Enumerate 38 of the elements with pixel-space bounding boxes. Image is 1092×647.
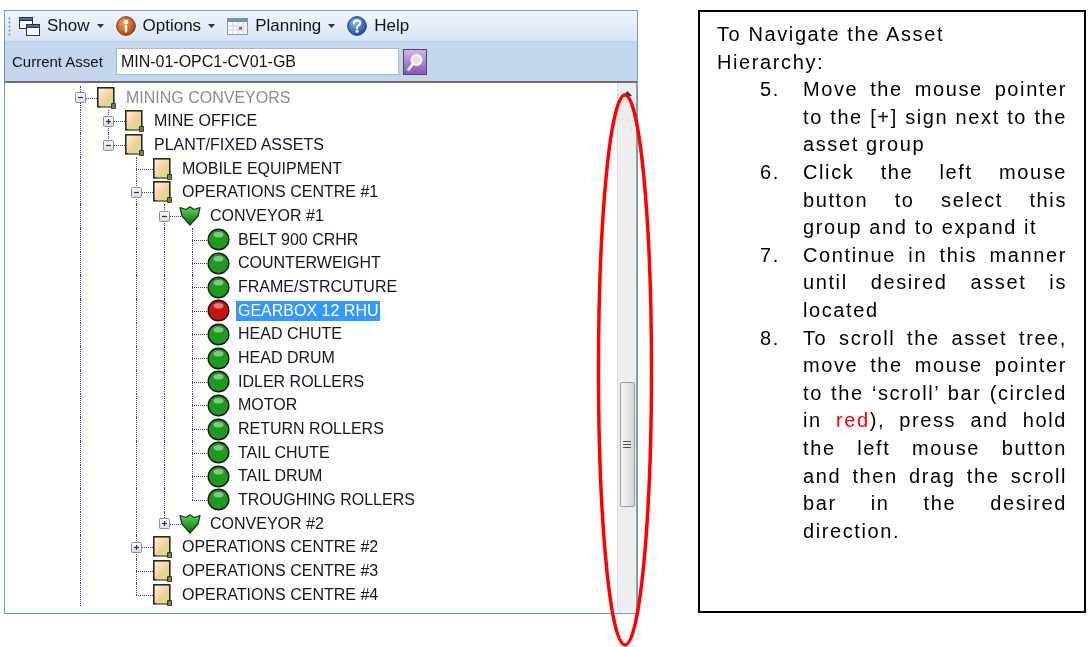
search-button[interactable]: [402, 48, 427, 75]
step-text: Move the mouse pointer to the [+] sign next to the asset group: [803, 77, 1067, 158]
toolbar-button[interactable]: Show: [15, 13, 108, 39]
grip-icon: [623, 441, 631, 448]
search-icon: [406, 52, 423, 71]
help-icon: [347, 16, 368, 36]
step-text: Continue in this manner until desired asset is located: [803, 242, 1067, 323]
folder-icon: [124, 134, 144, 157]
folder-icon: [152, 181, 172, 204]
asset-input[interactable]: MIN-01-OPC1-CV01-GB: [115, 48, 399, 75]
calendar-icon: [227, 17, 249, 35]
shield-icon: [179, 513, 201, 534]
field-label: Current Asset: [12, 53, 103, 70]
folder-icon: [152, 559, 172, 582]
shield-icon: [179, 206, 201, 227]
scrollbar[interactable]: [617, 83, 637, 613]
toolbar-button[interactable]: Planning: [223, 13, 340, 39]
folder-icon: [152, 583, 172, 606]
step-number: 8.: [760, 325, 781, 351]
toolbar-button[interactable]: Options: [111, 13, 220, 39]
step-text: To scroll the asset tree, move the mouse pointer to the ‘scroll’ bar (circled in red), press and hold the left mouse button and then drag the scroll bar in the desired direction.: [803, 325, 1067, 544]
instructions-title: To Navigate the Asset Hierarchy:: [717, 22, 946, 75]
info-icon: [115, 16, 136, 36]
caret-icon: [208, 24, 216, 28]
toolbar-button[interactable]: Help: [343, 13, 414, 39]
windows-icon: [19, 16, 40, 36]
step-text: Click the left mouse button to select this group and to expand it: [803, 159, 1067, 241]
folder-icon: [152, 157, 172, 180]
caret-icon: [96, 24, 104, 28]
grip-icon[interactable]: [8, 16, 11, 36]
caret-icon: [328, 24, 336, 28]
scrollbar-thumb[interactable]: [619, 382, 635, 507]
step-number: 6.: [760, 159, 781, 185]
step-number: 5.: [760, 77, 781, 103]
folder-icon: [124, 110, 144, 133]
step-number: 7.: [760, 242, 781, 268]
folder-icon: [96, 86, 116, 109]
folder-icon: [152, 536, 172, 559]
